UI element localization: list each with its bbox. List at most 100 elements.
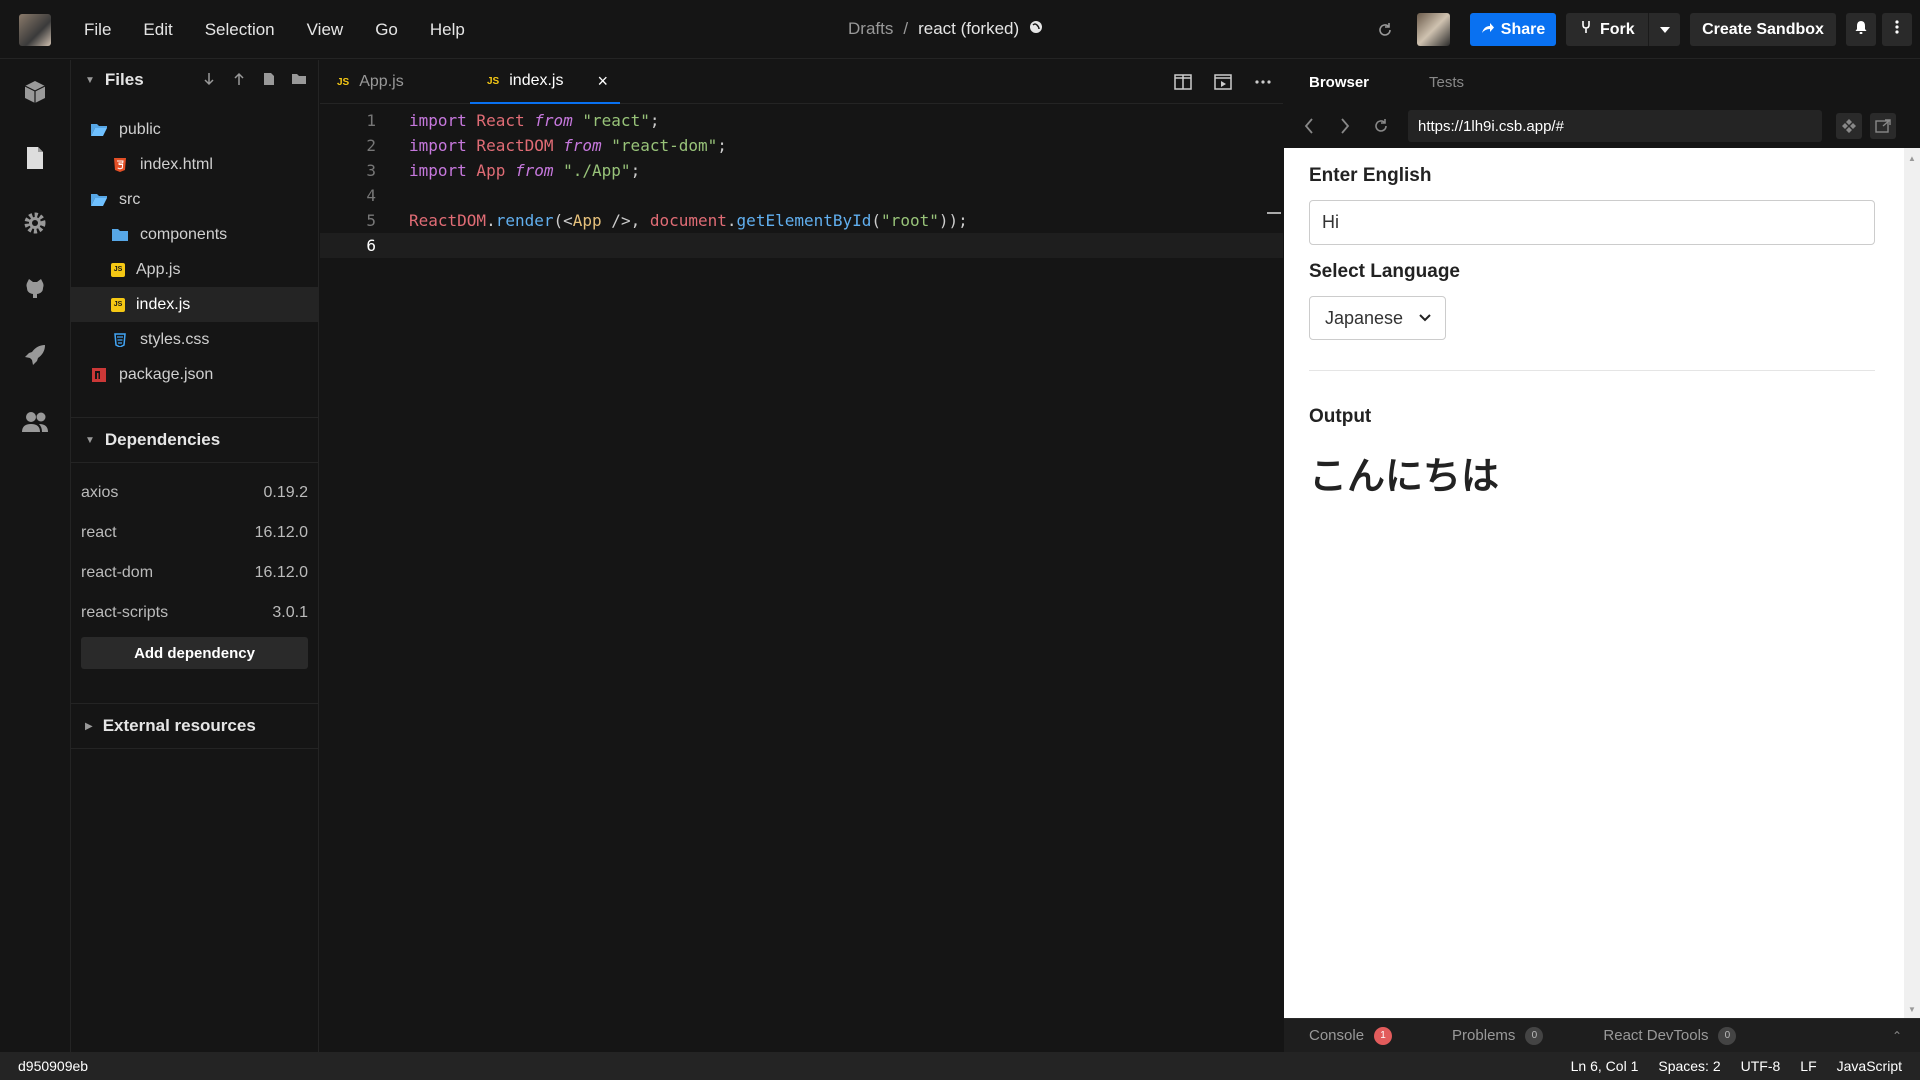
- tree-file-index-html[interactable]: index.html: [71, 147, 318, 182]
- refresh-icon[interactable]: [1373, 18, 1397, 42]
- tab-app-js[interactable]: JS App.js: [337, 60, 404, 104]
- preview-tabs: Browser Tests: [1284, 60, 1920, 104]
- tree-label: styles.css: [140, 330, 210, 348]
- team-icon[interactable]: [20, 407, 50, 437]
- npm-icon: [90, 367, 108, 383]
- code-line: 5 ReactDOM.render(<App />, document.getE…: [320, 208, 1283, 233]
- output-text: こんにちは: [1309, 456, 1500, 498]
- files-title: Files: [104, 70, 144, 89]
- menu-view[interactable]: View: [307, 20, 344, 40]
- url-input[interactable]: https://1lh9i.csb.app/#: [1408, 110, 1822, 142]
- dependency-row[interactable]: react-dom 16.12.0: [71, 553, 318, 593]
- create-sandbox-button[interactable]: Create Sandbox: [1690, 13, 1836, 46]
- chevron-down-icon: [1419, 309, 1431, 325]
- chevron-up-icon[interactable]: ⌃: [1892, 1029, 1902, 1043]
- problems-label: Problems: [1452, 1027, 1516, 1044]
- tree-folder-src[interactable]: src: [71, 182, 318, 217]
- tab-browser[interactable]: Browser: [1309, 74, 1369, 91]
- tab-index-js[interactable]: JS index.js ×: [470, 60, 620, 104]
- sandbox-title[interactable]: react (forked): [918, 19, 1019, 39]
- scroll-down-icon[interactable]: ▼: [1908, 1005, 1916, 1014]
- more-horizontal-icon[interactable]: [1253, 72, 1273, 92]
- rocket-icon[interactable]: [20, 340, 50, 370]
- dependency-row[interactable]: axios 0.19.2: [71, 473, 318, 513]
- files-section-header[interactable]: ▼ Files: [71, 60, 318, 100]
- file-icon[interactable]: [20, 143, 50, 173]
- preview-scrollbar[interactable]: ▲ ▼: [1904, 148, 1920, 1018]
- tab-problems[interactable]: Problems 0: [1452, 1026, 1544, 1045]
- notifications-button[interactable]: [1846, 13, 1876, 46]
- new-folder-icon[interactable]: [290, 70, 308, 88]
- tree-folder-components[interactable]: components: [71, 217, 318, 252]
- collapse-icon: ▼: [85, 74, 95, 86]
- menu-avatar[interactable]: [19, 14, 51, 46]
- tree-file-index-js[interactable]: JS index.js: [71, 287, 318, 322]
- line-number: 6: [366, 236, 376, 255]
- cube-icon[interactable]: [20, 77, 50, 107]
- breadcrumb-folder[interactable]: Drafts: [848, 19, 893, 39]
- upload-icon[interactable]: [230, 70, 248, 88]
- js-file-icon: JS: [337, 76, 350, 88]
- scroll-up-icon[interactable]: ▲: [1908, 154, 1916, 163]
- dependency-row[interactable]: react 16.12.0: [71, 513, 318, 553]
- console-label: Console: [1309, 1027, 1365, 1044]
- menu-edit[interactable]: Edit: [143, 20, 172, 40]
- add-dependency-button[interactable]: Add dependency: [81, 637, 308, 669]
- menu-selection[interactable]: Selection: [205, 20, 275, 40]
- github-icon[interactable]: [20, 274, 50, 304]
- back-icon[interactable]: [1298, 115, 1320, 137]
- breadcrumb: Drafts / react (forked): [848, 19, 1043, 39]
- external-resources-header[interactable]: ▶ External resources: [71, 704, 318, 748]
- console-tabs: Console 1 Problems 0 React DevTools 0 ⌃: [1284, 1018, 1920, 1052]
- tab-console[interactable]: Console 1: [1309, 1026, 1393, 1045]
- html-file-icon: [111, 157, 129, 173]
- new-file-icon[interactable]: [260, 70, 278, 88]
- tree-file-package-json[interactable]: package.json: [71, 357, 318, 392]
- dependency-row[interactable]: react-scripts 3.0.1: [71, 593, 318, 633]
- codesandbox-app: File Edit Selection View Go Help Drafts …: [0, 0, 1920, 1080]
- dependency-version: 16.12.0: [254, 564, 308, 581]
- dependencies-section-header[interactable]: ▼ Dependencies: [71, 418, 318, 462]
- cursor-position[interactable]: Ln 6, Col 1: [1571, 1058, 1639, 1074]
- language-mode[interactable]: JavaScript: [1837, 1058, 1902, 1074]
- tree-file-app-js[interactable]: JS App.js: [71, 252, 318, 287]
- tab-tests[interactable]: Tests: [1429, 74, 1464, 91]
- more-vertical-icon: [1895, 20, 1899, 39]
- js-file-icon: JS: [111, 297, 125, 312]
- fork-button[interactable]: Fork: [1566, 13, 1680, 46]
- tree-file-styles-css[interactable]: styles.css: [71, 322, 318, 357]
- menu-help[interactable]: Help: [430, 20, 465, 40]
- tab-react-devtools[interactable]: React DevTools 0: [1603, 1026, 1737, 1045]
- reload-icon[interactable]: [1370, 115, 1392, 137]
- address-bar: https://1lh9i.csb.app/#: [1284, 104, 1920, 148]
- open-new-window-icon[interactable]: [1870, 113, 1896, 139]
- devtools-icon[interactable]: [1836, 113, 1862, 139]
- close-icon[interactable]: ×: [597, 71, 608, 92]
- preview-window-icon[interactable]: [1213, 72, 1233, 92]
- user-avatar[interactable]: [1417, 13, 1450, 46]
- menu-file[interactable]: File: [84, 20, 111, 40]
- forward-icon[interactable]: [1334, 115, 1356, 137]
- download-icon[interactable]: [200, 70, 218, 88]
- indentation[interactable]: Spaces: 2: [1658, 1058, 1720, 1074]
- gear-icon[interactable]: [20, 208, 50, 238]
- code-editor[interactable]: 1 import React from "react"; 2 import Re…: [320, 104, 1283, 1052]
- line-text: import App from "./App";: [409, 161, 641, 180]
- line-ending[interactable]: LF: [1800, 1058, 1816, 1074]
- more-menu-button[interactable]: [1882, 13, 1912, 46]
- language-select[interactable]: Japanese: [1309, 296, 1446, 340]
- line-number: 3: [366, 161, 376, 180]
- line-number: 5: [366, 211, 376, 230]
- encoding[interactable]: UTF-8: [1741, 1058, 1781, 1074]
- share-button[interactable]: Share: [1470, 13, 1556, 46]
- split-view-icon[interactable]: [1173, 72, 1193, 92]
- tree-folder-public[interactable]: public: [71, 112, 318, 147]
- tree-label: components: [140, 225, 228, 243]
- line-number: 1: [366, 111, 376, 130]
- globe-icon[interactable]: [1029, 19, 1043, 39]
- tree-label: public: [119, 120, 161, 138]
- chevron-down-icon[interactable]: [1648, 13, 1680, 46]
- english-input[interactable]: Hi: [1309, 200, 1875, 245]
- problems-count-badge: 0: [1525, 1026, 1544, 1045]
- menu-go[interactable]: Go: [375, 20, 398, 40]
